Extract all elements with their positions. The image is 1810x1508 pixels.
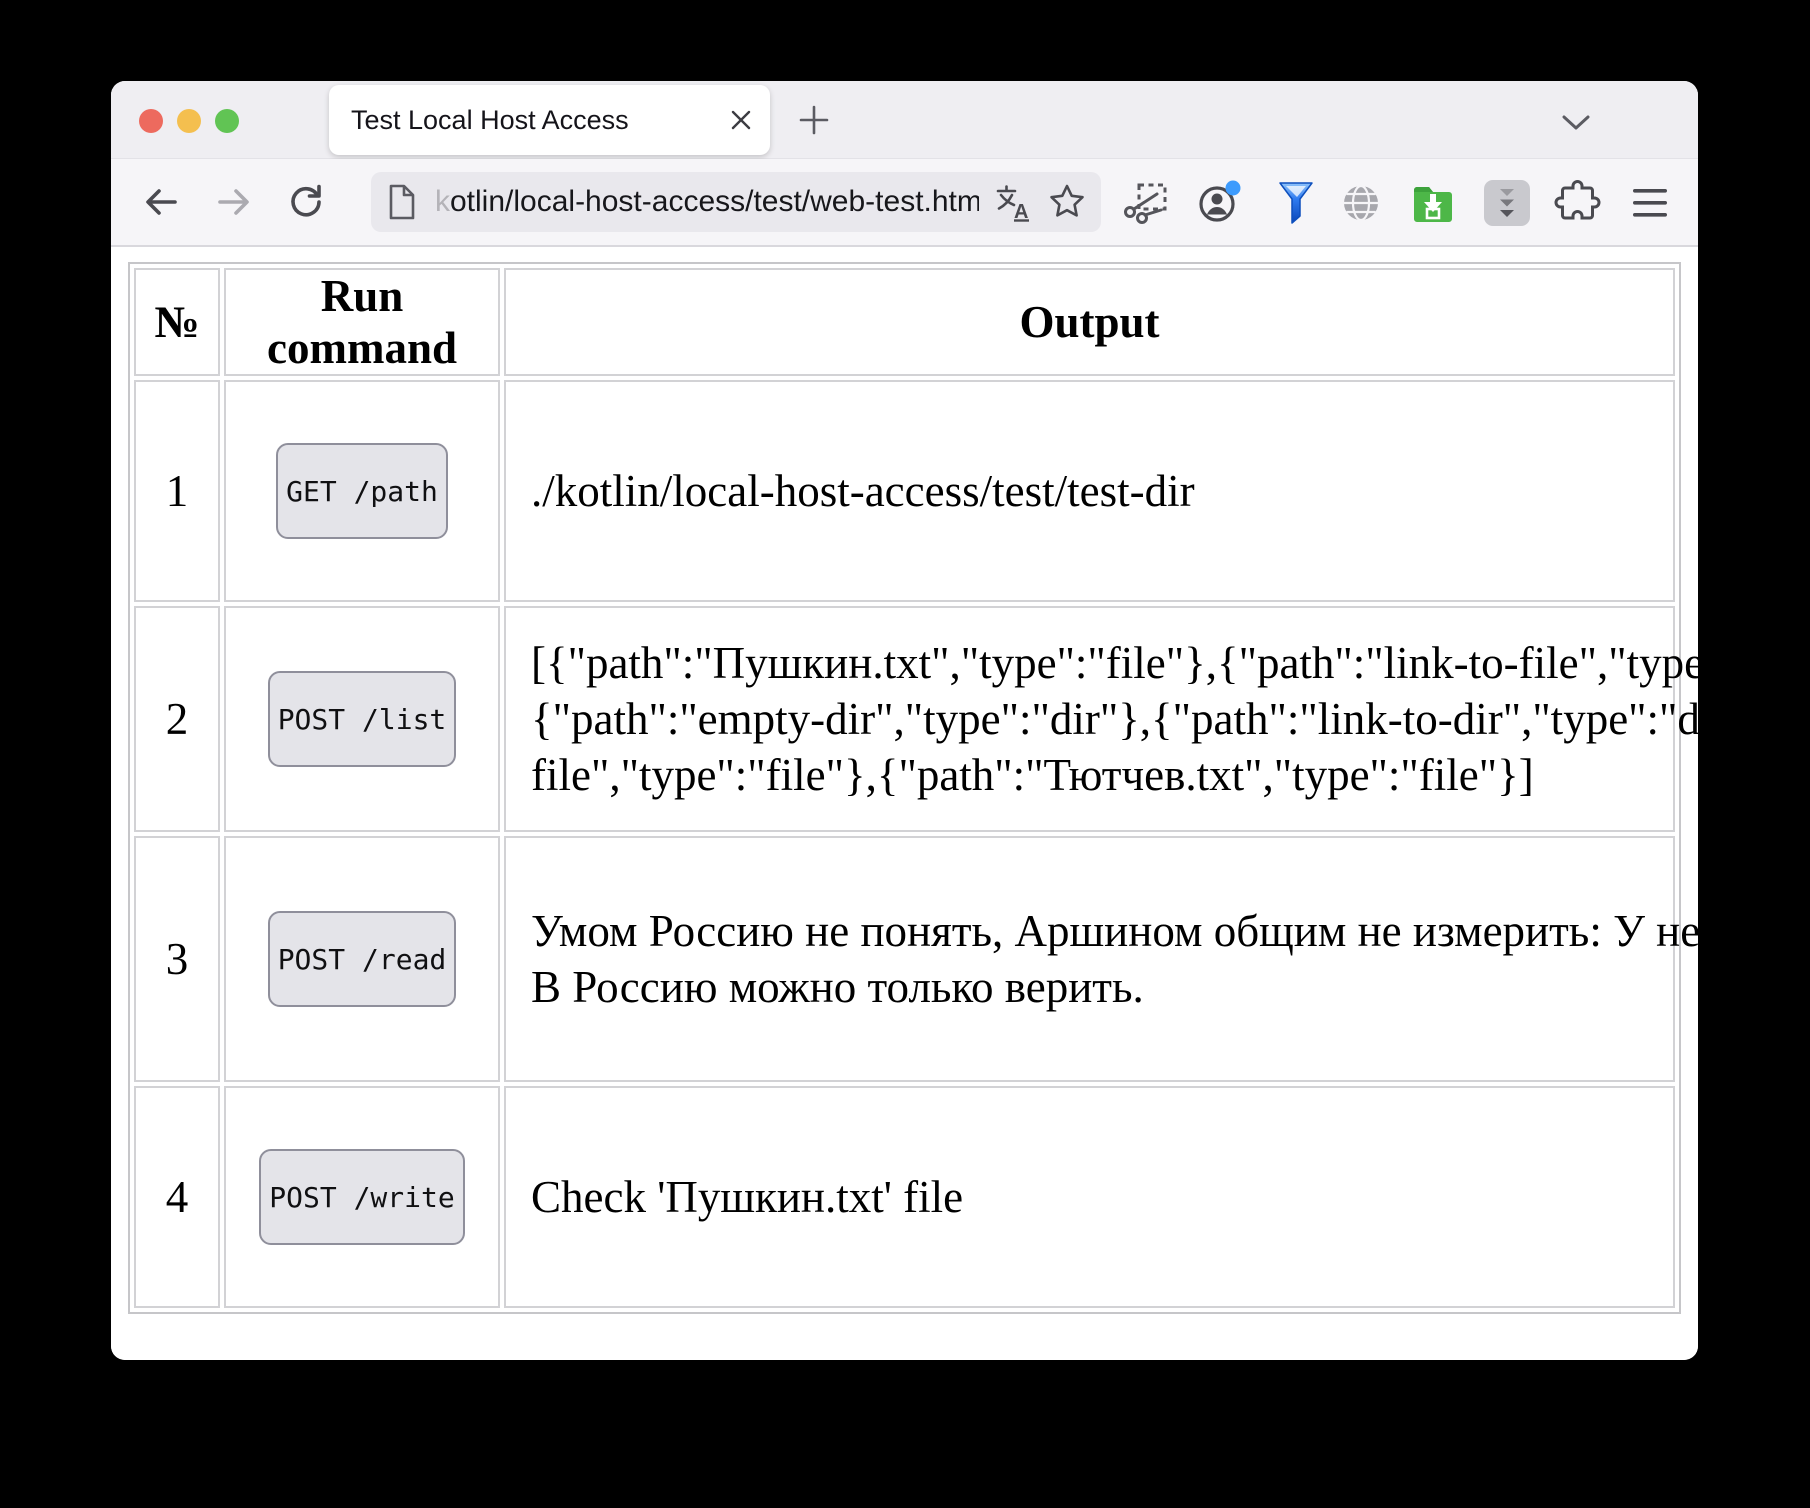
url-bar[interactable]: kotlin/local-host-access/test/web-test.h… [371,172,1101,232]
row-number: 1 [134,380,220,602]
navigation-toolbar: kotlin/local-host-access/test/web-test.h… [111,159,1698,247]
page-doc-icon [387,184,417,220]
minimize-window-button[interactable] [177,109,201,133]
output-line: {"path":"empty-dir","type":"dir"},{"path… [531,691,1648,747]
close-window-button[interactable] [139,109,163,133]
get-path-button[interactable]: GET /path [276,443,448,539]
row-output: ./kotlin/local-host-access/test/test-dir [504,380,1675,602]
forward-button[interactable] [212,180,256,224]
post-write-button[interactable]: POST /write [259,1149,464,1245]
post-read-button[interactable]: POST /read [268,911,457,1007]
output-line: [{"path":"Пушкин.txt","type":"file"},{"p… [531,635,1648,691]
row-number: 4 [134,1086,220,1308]
row-number: 3 [134,836,220,1082]
new-tab-button[interactable] [796,102,832,138]
browser-window: Test Local Host Access [111,81,1698,1360]
post-list-button[interactable]: POST /list [268,671,457,767]
page-content: № Run command Output 1 GET /path ./kotli… [111,247,1698,1360]
download-folder-icon[interactable] [1409,179,1457,227]
tab-close-icon[interactable] [728,107,754,133]
back-button[interactable] [139,180,183,224]
row-number: 2 [134,606,220,832]
translate-icon[interactable]: A [993,182,1033,222]
title-bar: Test Local Host Access [111,81,1698,159]
table-header-row: № Run command Output [134,268,1675,376]
notification-dot [1226,181,1241,196]
svg-text:A: A [1014,201,1028,222]
funnel-filter-icon[interactable] [1272,179,1320,227]
bookmark-star-icon[interactable] [1047,182,1087,222]
table-row: 3 POST /read Умом Россию не понять, Арши… [134,836,1675,1082]
header-output: Output [504,268,1675,376]
row-output: [{"path":"Пушкин.txt","type":"file"},{"p… [504,606,1675,832]
browser-tab[interactable]: Test Local Host Access [329,85,770,155]
row-output: Check 'Пушкин.txt' file [504,1086,1675,1308]
output-line: В Россию можно только верить. [531,959,1648,1015]
tab-title: Test Local Host Access [351,105,728,136]
output-line: file","type":"file"},{"path":"Тютчев.txt… [531,747,1648,803]
account-icon[interactable] [1196,179,1244,227]
zoom-window-button[interactable] [215,109,239,133]
header-run-command: Run command [224,268,500,376]
table-row: 2 POST /list [{"path":"Пушкин.txt","type… [134,606,1675,832]
header-num: № [134,268,220,376]
output-line: ./kotlin/local-host-access/test/test-dir [531,463,1648,519]
url-text[interactable]: kotlin/local-host-access/test/web-test.h… [435,185,979,219]
reload-button[interactable] [284,180,328,224]
url-faded-prefix: k [435,185,450,218]
screenshot-scissors-icon[interactable] [1121,179,1169,227]
extensions-puzzle-icon[interactable] [1554,179,1602,227]
triple-down-arrows-icon[interactable] [1483,179,1531,227]
hamburger-menu-icon[interactable] [1626,179,1674,227]
output-line: Check 'Пушкин.txt' file [531,1169,1648,1225]
row-output: Умом Россию не понять, Аршином общим не … [504,836,1675,1082]
table-row: 4 POST /write Check 'Пушкин.txt' file [134,1086,1675,1308]
output-line: Умом Россию не понять, Аршином общим не … [531,903,1648,959]
table-row: 1 GET /path ./kotlin/local-host-access/t… [134,380,1675,602]
globe-icon[interactable] [1337,179,1385,227]
list-all-tabs-chevron-icon[interactable] [1559,113,1593,133]
screenshot-background: Test Local Host Access [0,0,1810,1508]
url-visible-text: otlin/local-host-access/test/web-test.ht… [450,185,979,218]
test-results-table: № Run command Output 1 GET /path ./kotli… [128,262,1681,1314]
